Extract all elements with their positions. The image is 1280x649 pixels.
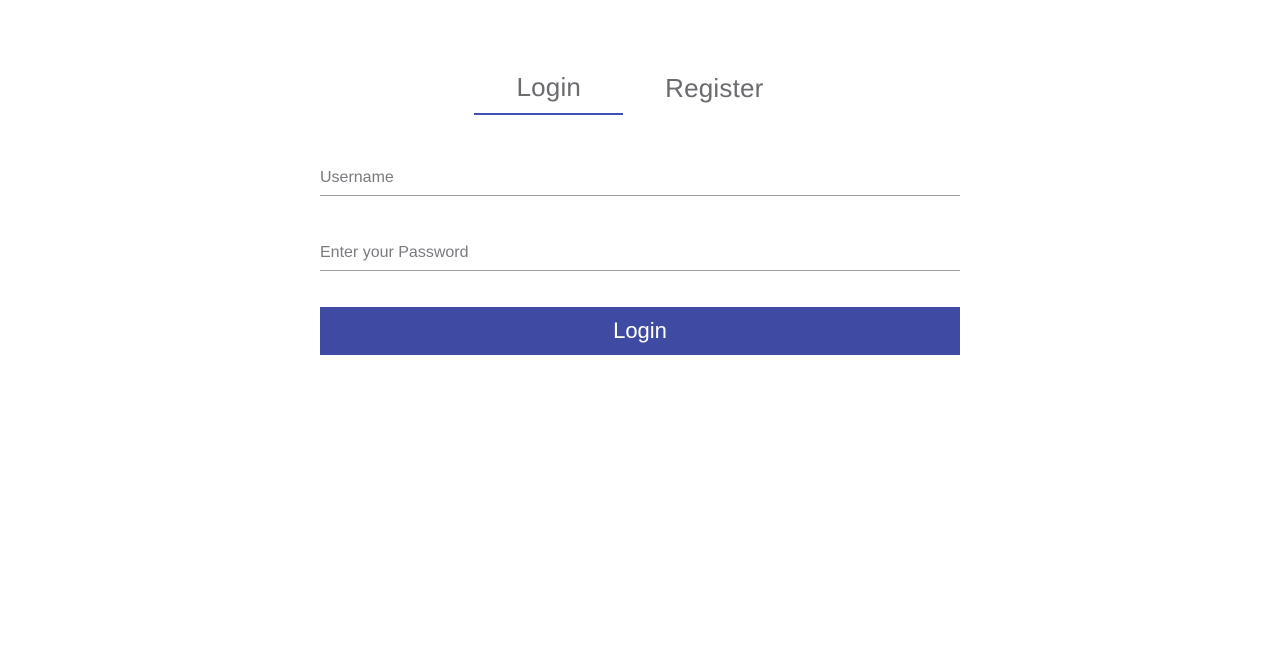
username-input[interactable] [320,163,960,196]
password-group [320,238,960,271]
login-button[interactable]: Login [320,307,960,355]
auth-container: Login Register Login [320,0,960,355]
password-input[interactable] [320,238,960,271]
tab-login[interactable]: Login [474,68,623,115]
username-group [320,163,960,196]
tab-register[interactable]: Register [623,68,805,115]
login-form: Login [320,163,960,355]
auth-tabs: Login Register [320,68,960,115]
